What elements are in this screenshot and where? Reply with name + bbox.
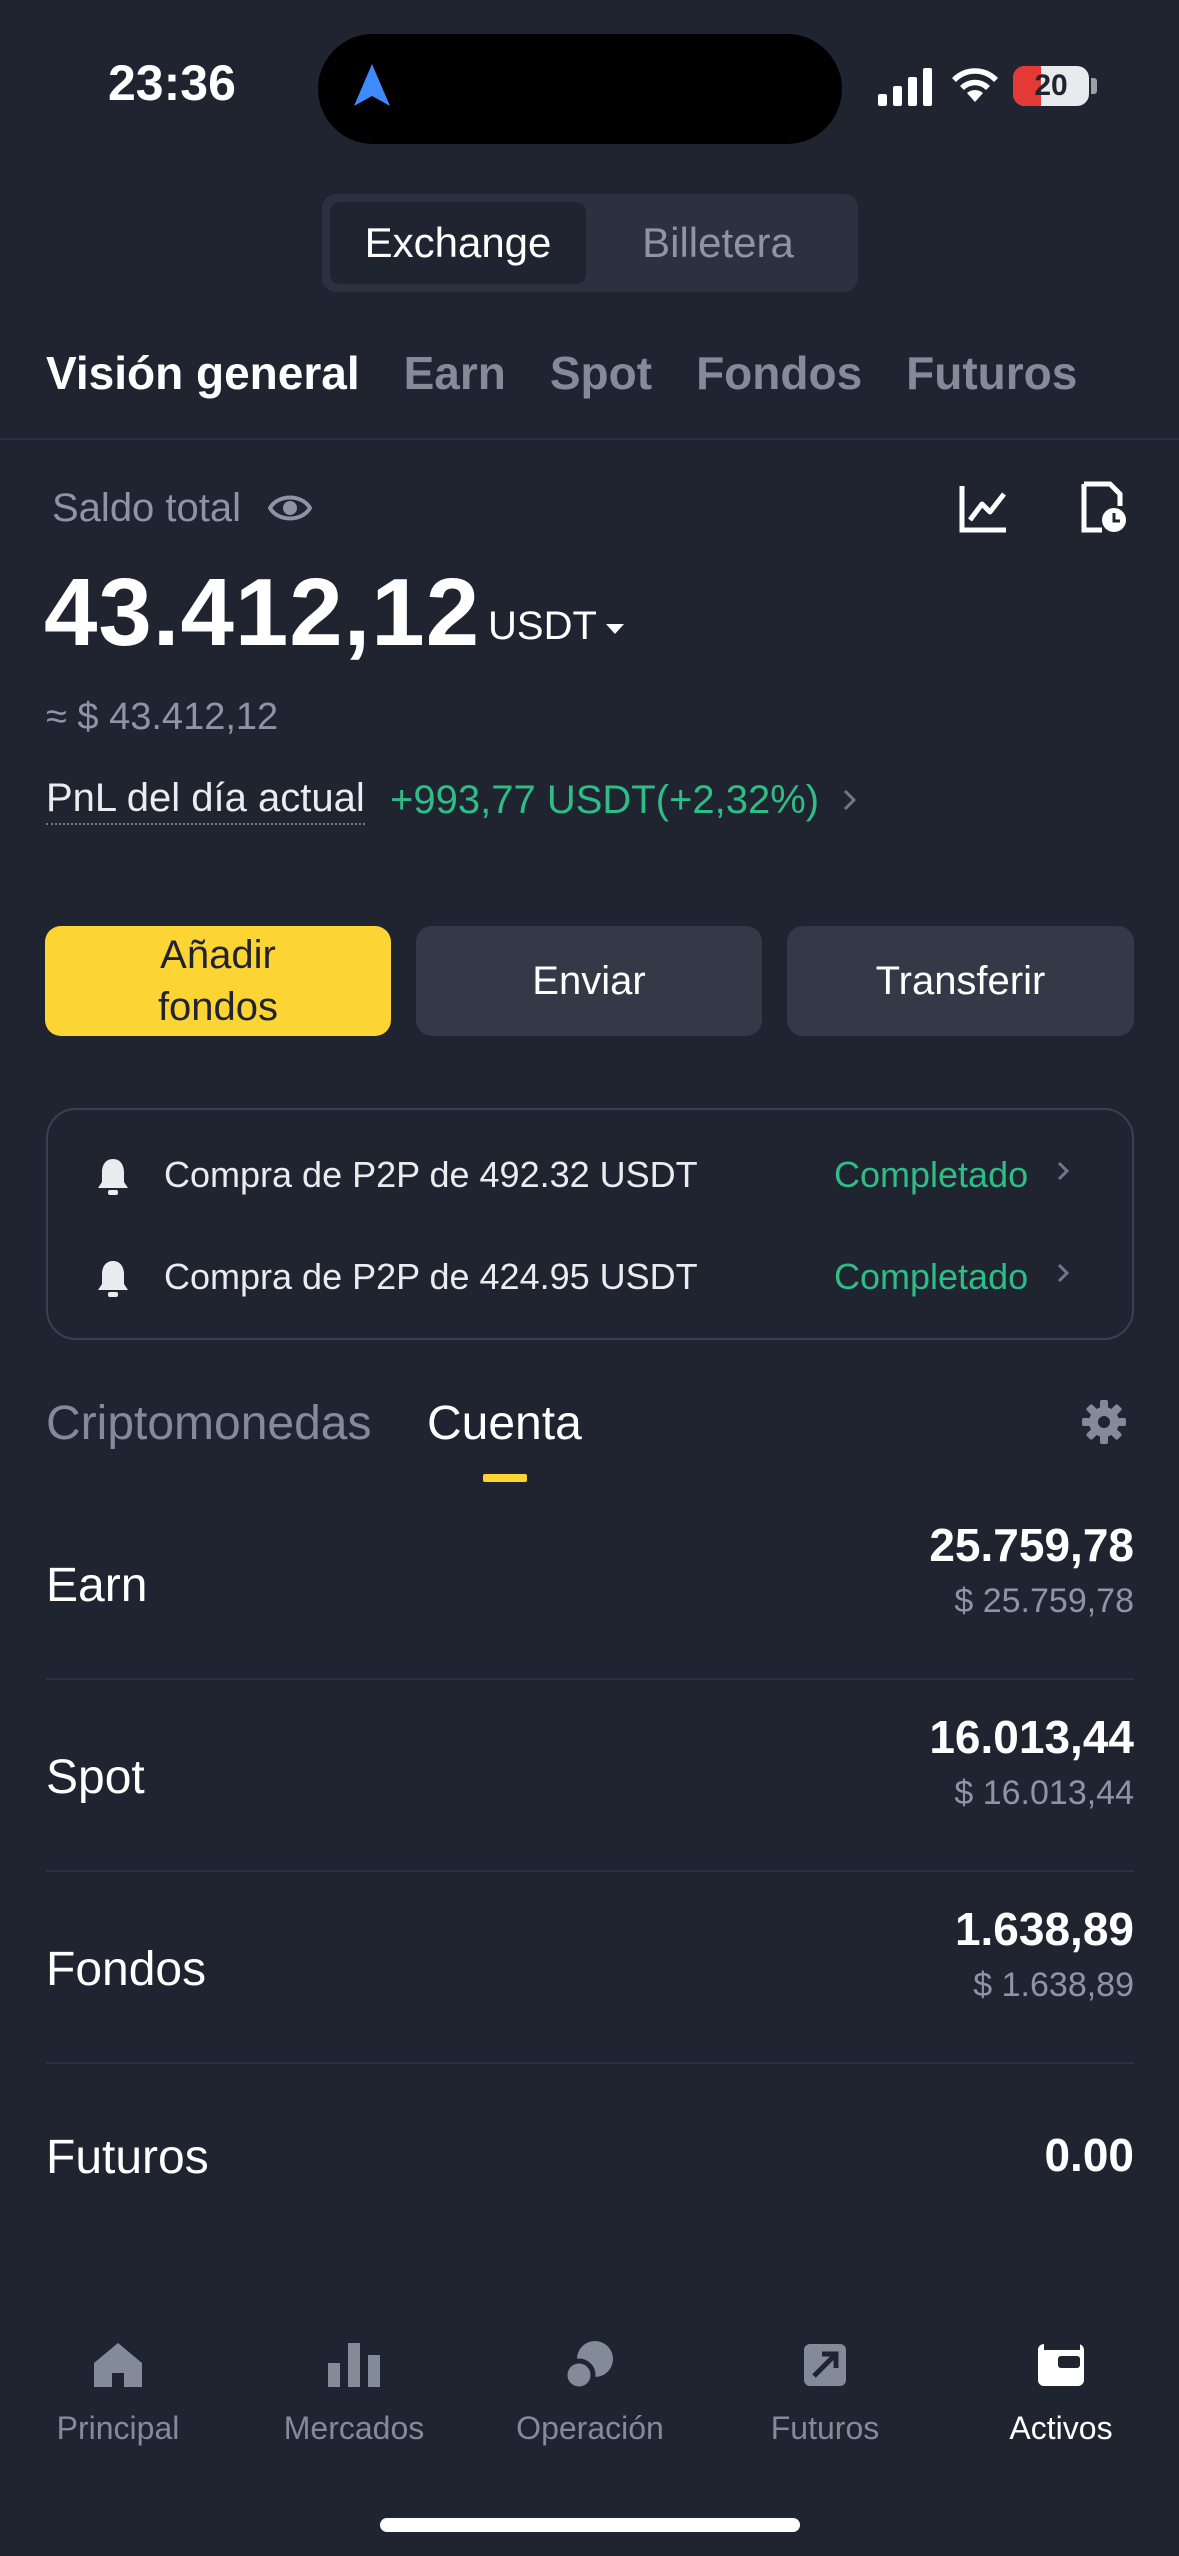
tab-spot[interactable]: Spot [550,347,652,399]
balance-usd-approx: ≈ $ 43.412,12 [46,696,279,738]
exchange-wallet-switch: Exchange Billetera [322,194,858,292]
segment-exchange[interactable]: Exchange [330,202,586,284]
row-divider [46,1870,1134,1872]
notification-text: Compra de P2P de 492.32 USDT [164,1154,698,1195]
nav-label: Operación [516,2410,664,2446]
tab-criptomonedas[interactable]: Criptomonedas [46,1396,372,1451]
chevron-right-icon [1056,1262,1070,1289]
futures-icon [707,2330,943,2400]
chevron-right-icon[interactable] [842,788,858,817]
dynamic-island [318,34,842,144]
tab-vision-general[interactable]: Visión general [46,347,360,399]
bell-icon [96,1156,130,1201]
overview-tabs: Visión general Earn Spot Fondos Futuros [46,346,1121,400]
home-icon [0,2330,236,2400]
nav-activos[interactable]: Activos [943,2290,1179,2447]
status-time: 23:36 [108,55,236,111]
eye-icon[interactable] [267,490,313,531]
notification-text: Compra de P2P de 424.95 USDT [164,1256,698,1297]
tabs-divider [0,438,1179,440]
account-usd: $ 25.759,78 [954,1582,1134,1620]
bar-chart-icon [236,2330,472,2400]
location-arrow-icon [352,62,392,113]
nav-mercados[interactable]: Mercados [236,2290,472,2447]
nav-label: Mercados [283,2410,425,2446]
nav-principal[interactable]: Principal [0,2290,236,2447]
notification-item[interactable]: Compra de P2P de 492.32 USDT Completado [48,1136,1132,1216]
cellular-signal-icon [878,66,934,111]
row-divider [46,1678,1134,1680]
bottom-navigation: Principal Mercados Operación Futuros Act… [0,2290,1179,2556]
wallet-icon [943,2330,1179,2400]
notification-status: Completado [834,1154,1029,1195]
total-balance-amount: 43.412,12 [44,559,481,666]
account-row-futuros[interactable]: Futuros 0.00 [46,2066,1134,2216]
segment-billetera[interactable]: Billetera [586,202,850,284]
pnl-value[interactable]: +993,77 USDT(+2,32%) [390,778,819,823]
account-row-earn[interactable]: Earn 25.759,78 $ 25.759,78 [46,1490,1134,1680]
account-name: Futuros [46,2131,209,2184]
account-name: Spot [46,1751,145,1804]
notifications-card: Compra de P2P de 492.32 USDT Completado … [46,1108,1134,1340]
battery-icon: 20 [1013,66,1089,106]
account-row-fondos[interactable]: Fondos 1.638,89 $ 1.638,89 [46,1874,1134,2064]
nav-label: Activos [1009,2410,1113,2446]
add-funds-button[interactable]: Añadir fondos [45,926,391,1036]
notification-status: Completado [834,1256,1029,1297]
transfer-button[interactable]: Transferir [787,926,1134,1036]
account-value: 16.013,44 [929,1711,1134,1763]
home-indicator [380,2518,800,2532]
pnl-chart-icon[interactable] [958,482,1010,539]
notification-item[interactable]: Compra de P2P de 424.95 USDT Completado [48,1238,1132,1318]
tab-earn[interactable]: Earn [404,347,506,399]
nav-operacion[interactable]: Operación [472,2290,708,2447]
tab-cuenta[interactable]: Cuenta [427,1396,582,1451]
send-button[interactable]: Enviar [416,926,762,1036]
caret-down-icon[interactable] [604,622,626,641]
nav-label: Principal [56,2410,180,2446]
account-row-spot[interactable]: Spot 16.013,44 $ 16.013,44 [46,1682,1134,1872]
nav-label: Futuros [770,2410,880,2446]
account-value: 0.00 [1044,2129,1134,2181]
account-name: Earn [46,1559,148,1612]
battery-level: 20 [1034,69,1068,102]
currency-selector[interactable]: USDT [488,604,597,649]
trade-icon [472,2330,708,2400]
history-icon[interactable] [1080,480,1128,541]
battery-cap [1091,78,1097,94]
account-usd: $ 1.638,89 [973,1966,1134,2004]
account-value: 1.638,89 [954,1903,1134,1955]
chevron-right-icon [1056,1160,1070,1187]
tab-futuros[interactable]: Futuros [906,347,1077,399]
wifi-icon [950,64,1000,109]
account-usd: $ 16.013,44 [954,1774,1134,1812]
bell-icon [96,1258,130,1303]
account-value: 25.759,78 [929,1519,1134,1571]
nav-futuros[interactable]: Futuros [707,2290,943,2447]
account-name: Fondos [46,1943,207,1996]
gear-icon[interactable] [1080,1398,1128,1451]
pnl-label[interactable]: PnL del día actual [46,776,365,825]
tab-fondos[interactable]: Fondos [696,347,862,399]
total-balance-label: Saldo total [52,486,242,530]
active-tab-indicator [483,1474,527,1482]
row-divider [46,2062,1134,2064]
